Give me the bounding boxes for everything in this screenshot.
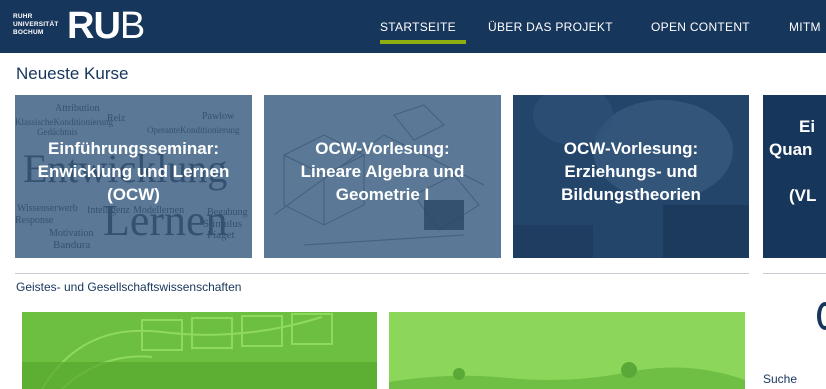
course-tile-entwicklung-lernen[interactable]: Attribution Reiz Pawlow KlassischeKondit…: [15, 95, 252, 258]
course-tile-partial[interactable]: Ei Quan (VL: [763, 95, 826, 258]
nav-open-content[interactable]: OPEN CONTENT: [651, 20, 750, 34]
logo-line-1: RUHR: [13, 13, 33, 20]
wordcloud-word: Attribution: [55, 103, 100, 114]
category-heading: Geistes- und Gesellschaftswissenschaften: [16, 280, 242, 294]
architecture-image: [22, 312, 377, 389]
active-nav-indicator: [380, 40, 466, 44]
course-tile-lineare-algebra[interactable]: OCW-Vorlesung: Lineare Algebra und Geome…: [264, 95, 501, 258]
course-title-line: Einführungsseminar:: [48, 139, 219, 158]
course-title: OCW-Vorlesung: Erziehungs- und Bildungst…: [513, 137, 749, 206]
course-title-line: (VL: [789, 186, 817, 205]
category-image-tile[interactable]: [22, 312, 377, 389]
university-logo-text[interactable]: RUHR UNIVERSITÄT BOCHUM: [13, 13, 59, 37]
nav-ueber-das-projekt[interactable]: ÜBER DAS PROJEKT: [488, 20, 613, 34]
course-title-line: Enwicklung und Lernen: [37, 162, 230, 181]
wordcloud-word: Response: [15, 215, 54, 226]
course-title-line: Geometrie I: [335, 185, 430, 204]
landscape-image: [389, 312, 745, 389]
wordcloud-word: Piaget: [207, 229, 235, 241]
course-title: OCW-Vorlesung: Lineare Algebra und Geome…: [264, 137, 501, 206]
course-title-line: Bildungstheorien: [561, 185, 701, 204]
rub-logo[interactable]: RUB: [67, 5, 145, 47]
logo-thin: B: [119, 5, 145, 47]
course-title: Ei Quan (VL: [769, 115, 826, 207]
course-tile-erziehungstheorien[interactable]: OCW-Vorlesung: Erziehungs- und Bildungst…: [513, 95, 749, 258]
partial-logo-icon: [817, 302, 826, 330]
course-title: Einführungsseminar: Enwicklung und Lerne…: [15, 137, 252, 206]
wordcloud-word: OperanteKonditionierung: [147, 125, 240, 135]
course-title-line: OCW-Vorlesung:: [563, 139, 699, 158]
course-title-line: Ei: [799, 117, 816, 136]
category-image-tile[interactable]: [389, 312, 745, 389]
course-title-line: (OCW): [107, 185, 160, 204]
wordcloud-word: KlassischeKonditionierung: [15, 117, 113, 127]
wordcloud-word: Gedächtnis: [37, 127, 78, 137]
wordcloud-word: Pawlow: [202, 111, 235, 122]
course-title-line: [769, 161, 826, 184]
course-title-line: Erziehungs- und: [564, 162, 698, 181]
wordcloud-word: Bandura: [53, 239, 91, 251]
search-label: Suche: [763, 372, 798, 386]
top-header: RUHR UNIVERSITÄT BOCHUM RUB STARTSEITE Ü…: [0, 0, 826, 53]
course-title-line: Quan: [769, 140, 813, 159]
sidebar-divider: [763, 273, 826, 274]
logo-bold: RU: [67, 5, 121, 47]
nav-startseite[interactable]: STARTSEITE: [380, 20, 456, 34]
section-divider: [15, 273, 749, 274]
nav-mitmachen[interactable]: MITM: [789, 20, 821, 34]
course-title-line: OCW-Vorlesung:: [315, 139, 450, 158]
logo-line-3: BOCHUM: [13, 29, 44, 36]
course-title-line: Lineare Algebra und: [300, 162, 465, 181]
section-title: Neueste Kurse: [16, 64, 129, 83]
logo-line-2: UNIVERSITÄT: [13, 21, 59, 28]
wordcloud-word: Motivation: [49, 228, 94, 239]
